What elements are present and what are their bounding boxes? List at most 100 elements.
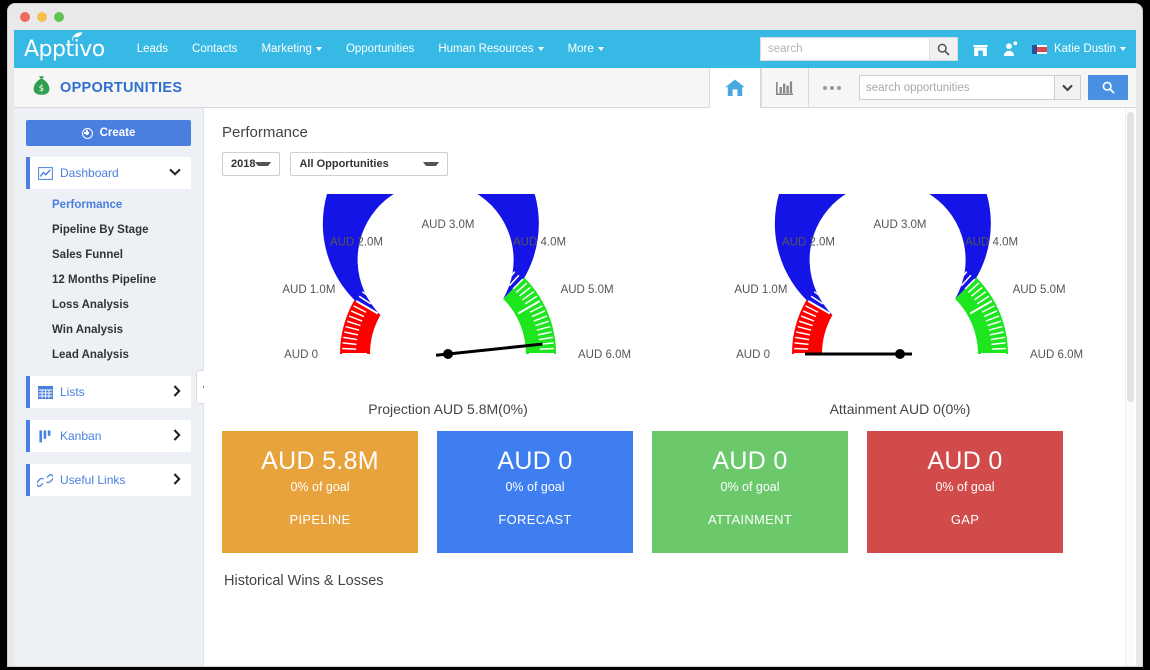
scrollbar-thumb[interactable] [1127, 112, 1134, 402]
svg-text:AUD 0: AUD 0 [736, 349, 770, 361]
year-filter[interactable]: 2018 [222, 152, 280, 176]
opportunity-scope-value: All Opportunities [299, 158, 388, 170]
sidebar-item-performance[interactable]: Performance [26, 192, 191, 217]
user-name: Katie Dustin [1054, 43, 1116, 55]
year-filter-value: 2018 [231, 158, 255, 170]
three-dots-icon[interactable] [808, 68, 855, 108]
sidebar-item-loss-analysis[interactable]: Loss Analysis [26, 292, 191, 317]
kpi-card-row: AUD 5.8M 0% of goal PIPELINE AUD 0 0% of… [222, 431, 1136, 553]
attainment-gauge: AUD 0AUD 1.0MAUD 2.0MAUD 3.0MAUD 4.0MAUD… [674, 194, 1126, 417]
line-chart-icon [30, 167, 60, 180]
historical-wins-losses-title: Historical Wins & Losses [224, 573, 1136, 589]
global-search [760, 37, 958, 61]
chevron-down-icon [169, 167, 181, 179]
create-button[interactable]: Create [26, 120, 191, 146]
home-icon[interactable] [709, 68, 761, 108]
sidebar-spacer [26, 411, 191, 420]
opportunity-search-button[interactable] [1088, 75, 1128, 100]
svg-text:$: $ [39, 84, 44, 94]
window-minimize-button[interactable] [37, 12, 47, 22]
grid-icon [30, 386, 60, 399]
sidebar-section-useful-links[interactable]: Useful Links [26, 464, 191, 496]
main-scrollbar[interactable] [1125, 108, 1134, 666]
sidebar-item-win-analysis[interactable]: Win Analysis [26, 317, 191, 342]
svg-text:AUD 5.0M: AUD 5.0M [561, 284, 614, 296]
svg-text:AUD 5.0M: AUD 5.0M [1013, 284, 1066, 296]
sidebar-item-12-months-pipeline[interactable]: 12 Months Pipeline [26, 267, 191, 292]
app-bar-actions: search opportunities [709, 68, 1136, 108]
sidebar-section-label: Lists [60, 385, 173, 399]
chevron-down-icon [598, 47, 604, 51]
chevron-down-icon [423, 162, 439, 166]
top-nav-right-group: Katie Dustin [760, 37, 1130, 61]
kpi-amount: AUD 5.8M [261, 447, 379, 476]
window-zoom-button[interactable] [54, 12, 64, 22]
sidebar-section-kanban[interactable]: Kanban [26, 420, 191, 452]
user-menu[interactable]: Katie Dustin [1032, 43, 1126, 55]
window-close-button[interactable] [20, 12, 30, 22]
opportunity-search-dropdown[interactable] [1055, 75, 1081, 100]
chevron-down-icon [538, 47, 544, 51]
app-bar: $ OPPORTUNITIES [14, 68, 1136, 108]
kpi-goal: 0% of goal [505, 480, 564, 494]
nav-item-opportunities[interactable]: Opportunities [334, 43, 426, 55]
sidebar-spacer [26, 367, 191, 376]
svg-text:AUD 1.0M: AUD 1.0M [282, 284, 335, 296]
kpi-card-forecast[interactable]: AUD 0 0% of goal FORECAST [437, 431, 633, 553]
kpi-amount: AUD 0 [927, 447, 1002, 476]
sidebar-section-label: Kanban [60, 429, 173, 443]
brand-text: Apptivo [24, 37, 105, 62]
kpi-amount: AUD 0 [497, 447, 572, 476]
bar-chart-icon[interactable] [761, 68, 808, 108]
sidebar-spacer [26, 455, 191, 464]
leaf-icon [70, 32, 83, 41]
sidebar: Create Dashboard Performance Pip [14, 108, 204, 666]
kpi-card-gap[interactable]: AUD 0 0% of goal GAP [867, 431, 1063, 553]
gauge-row: AUD 0 AUD 1.0M AUD 2.0M AUD 3.0M AUD 4.0M AUD… [222, 194, 1136, 417]
kpi-amount: AUD 0 [712, 447, 787, 476]
top-navigation-bar: Apptivo Leads Contacts Marketing Opportu… [14, 30, 1136, 68]
kpi-goal: 0% of goal [290, 480, 349, 494]
opportunity-search: search opportunities [859, 75, 1128, 100]
svg-text:AUD 1.0M: AUD 1.0M [734, 284, 787, 296]
store-icon[interactable] [972, 42, 989, 57]
kpi-label: FORECAST [498, 512, 571, 527]
nav-item-contacts[interactable]: Contacts [180, 43, 249, 55]
sidebar-section-label: Useful Links [60, 473, 173, 487]
notifications-icon[interactable] [1003, 41, 1018, 57]
global-search-input[interactable] [761, 38, 929, 60]
sidebar-section-dashboard[interactable]: Dashboard [26, 157, 191, 189]
sidebar-item-sales-funnel[interactable]: Sales Funnel [26, 242, 191, 267]
projection-gauge-svg: AUD 0AUD 1.0MAUD 2.0MAUD 3.0MAUD 4.0MAUD… [228, 194, 668, 394]
create-button-label: Create [100, 127, 136, 139]
sidebar-section-label: Dashboard [60, 166, 169, 180]
kpi-card-pipeline[interactable]: AUD 5.8M 0% of goal PIPELINE [222, 431, 418, 553]
svg-text:AUD 2.0M: AUD 2.0M [330, 236, 383, 248]
money-bag-icon: $ [32, 75, 51, 101]
svg-text:AUD 4.0M: AUD 4.0M [513, 236, 566, 248]
nav-item-human-resources[interactable]: Human Resources [426, 43, 555, 55]
sidebar-section-lists[interactable]: Lists [26, 376, 191, 408]
svg-text:AUD 6.0M: AUD 6.0M [1030, 349, 1083, 361]
nav-item-marketing[interactable]: Marketing [249, 43, 334, 55]
nav-item-more[interactable]: More [556, 43, 616, 55]
sidebar-item-lead-analysis[interactable]: Lead Analysis [26, 342, 191, 367]
opportunity-search-input[interactable]: search opportunities [859, 75, 1055, 100]
opportunity-scope-filter[interactable]: All Opportunities [290, 152, 448, 176]
window-titlebar [8, 4, 1142, 30]
search-icon [1102, 81, 1115, 94]
sidebar-item-pipeline-by-stage[interactable]: Pipeline By Stage [26, 217, 191, 242]
flag-icon [1032, 45, 1047, 54]
svg-text:AUD 3.0M: AUD 3.0M [421, 219, 474, 231]
browser-window: Apptivo Leads Contacts Marketing Opportu… [8, 4, 1142, 666]
nav-item-leads[interactable]: Leads [125, 43, 180, 55]
svg-text:AUD 3.0M: AUD 3.0M [873, 219, 926, 231]
page-title: OPPORTUNITIES [60, 80, 182, 96]
global-search-button[interactable] [929, 38, 957, 60]
svg-text:AUD 2.0M: AUD 2.0M [782, 236, 835, 248]
kpi-goal: 0% of goal [720, 480, 779, 494]
main-content: Performance 2018 All Opportunities [204, 108, 1136, 666]
apptivo-logo[interactable]: Apptivo [24, 37, 109, 62]
kpi-card-attainment[interactable]: AUD 0 0% of goal ATTAINMENT [652, 431, 848, 553]
primary-nav-links: Leads Contacts Marketing Opportunities H… [125, 43, 616, 55]
